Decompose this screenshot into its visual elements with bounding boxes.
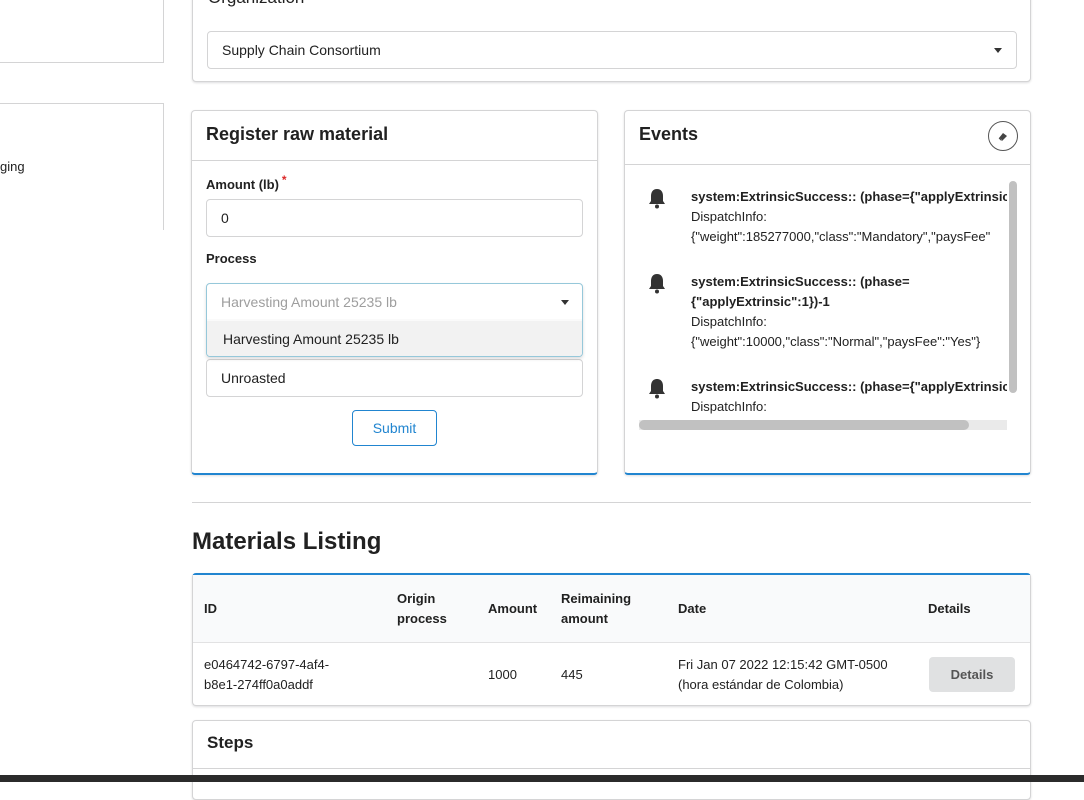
materials-listing-title: Materials Listing — [192, 528, 382, 555]
process-option[interactable]: Harvesting Amount 25235 lb — [207, 320, 582, 356]
column-header-origin-process: Origin process — [397, 591, 447, 626]
event-heading: system:ExtrinsicSuccess:: (phase={"apply… — [691, 189, 1007, 204]
process-label: Process — [206, 251, 257, 266]
organization-select[interactable]: Supply Chain Consortium — [207, 31, 1017, 69]
os-taskbar — [0, 775, 1084, 782]
sidebar-item-label[interactable]: ging — [0, 159, 25, 174]
state-input[interactable]: Unroasted — [206, 359, 583, 397]
sidebar-menu-bottom: ging — [0, 103, 164, 230]
event-item: system:ExtrinsicSuccess:: (phase={"apply… — [639, 187, 1007, 257]
organization-title: Organization — [208, 0, 304, 8]
event-info-label: DispatchInfo: — [691, 314, 767, 329]
cell-id: e0464742-6797-4af4- b8e1-274ff0a0addf — [204, 657, 330, 692]
column-header-amount: Amount — [488, 601, 538, 616]
event-text: system:ExtrinsicSuccess:: (phase={"apply… — [691, 377, 1007, 417]
event-item: system:ExtrinsicSuccess:: (phase= {"appl… — [639, 272, 1007, 349]
amount-label: Amount (lb) * — [206, 173, 287, 192]
sidebar-menu-top: ls — [0, 0, 164, 63]
event-info-label: DispatchInfo: — [691, 399, 767, 414]
event-info-value: {"weight":185277000,"class":"Mandatory",… — [691, 229, 991, 244]
event-text: system:ExtrinsicSuccess:: (phase= {"appl… — [691, 272, 980, 352]
organization-panel: Organization Supply Chain Consortium — [192, 0, 1031, 82]
events-card: Events system:ExtrinsicSuccess:: (phase=… — [624, 110, 1031, 475]
event-text: system:ExtrinsicSuccess:: (phase={"apply… — [691, 187, 1007, 247]
process-select[interactable]: Harvesting Amount 25235 lb Harvesting Am… — [206, 283, 583, 357]
chevron-down-icon — [561, 299, 569, 305]
cell-amount: 1000 — [488, 667, 517, 682]
organization-selected-text: Supply Chain Consortium — [222, 42, 381, 58]
event-item: system:ExtrinsicSuccess:: (phase={"apply… — [639, 377, 1007, 419]
column-header-id: ID — [204, 601, 217, 616]
event-heading: system:ExtrinsicSuccess:: (phase={"apply… — [691, 379, 1007, 394]
register-material-title: Register raw material — [192, 111, 597, 161]
column-header-date: Date — [678, 601, 707, 616]
eraser-icon[interactable] — [988, 121, 1018, 151]
column-header-details: Details — [928, 601, 971, 616]
events-title: Events — [625, 111, 1030, 165]
details-button[interactable]: Details — [929, 657, 1015, 692]
events-list[interactable]: system:ExtrinsicSuccess:: (phase={"apply… — [639, 179, 1007, 419]
bell-icon — [649, 379, 665, 399]
event-info-value: {"weight":10000,"class":"Normal","paysFe… — [691, 334, 981, 349]
event-heading-line2: {"applyExtrinsic":1})-1 — [691, 294, 830, 309]
process-select-placeholder[interactable]: Harvesting Amount 25235 lb — [207, 284, 582, 320]
sidebar-item-label[interactable]: ls — [0, 0, 9, 2]
required-mark: * — [281, 173, 287, 187]
cell-remaining-amount: 445 — [561, 667, 583, 682]
amount-input[interactable]: 0 — [206, 199, 583, 237]
bell-icon — [649, 189, 665, 209]
section-divider — [192, 502, 1031, 503]
events-horizontal-scrollbar[interactable] — [639, 420, 969, 430]
chevron-down-icon — [994, 48, 1002, 53]
event-info-label: DispatchInfo: — [691, 209, 767, 224]
submit-button[interactable]: Submit — [352, 410, 437, 446]
steps-panel: Steps — [192, 720, 1031, 800]
materials-table: ID Origin process Amount Reimaining amount… — [192, 573, 1031, 706]
cell-date: Fri Jan 07 2022 12:15:42 GMT-0500 (hora e… — [678, 657, 888, 692]
column-header-remaining-amount: Reimaining amount — [561, 591, 632, 626]
register-material-card: Register raw material Amount (lb) * 0 Pro… — [191, 110, 598, 475]
event-heading: system:ExtrinsicSuccess:: (phase= — [691, 274, 910, 289]
events-vertical-scrollbar[interactable] — [1009, 181, 1017, 393]
steps-title: Steps — [193, 721, 1030, 769]
table-row: e0464742-6797-4af4- b8e1-274ff0a0addf 100… — [193, 643, 1030, 706]
bell-icon — [649, 274, 665, 294]
